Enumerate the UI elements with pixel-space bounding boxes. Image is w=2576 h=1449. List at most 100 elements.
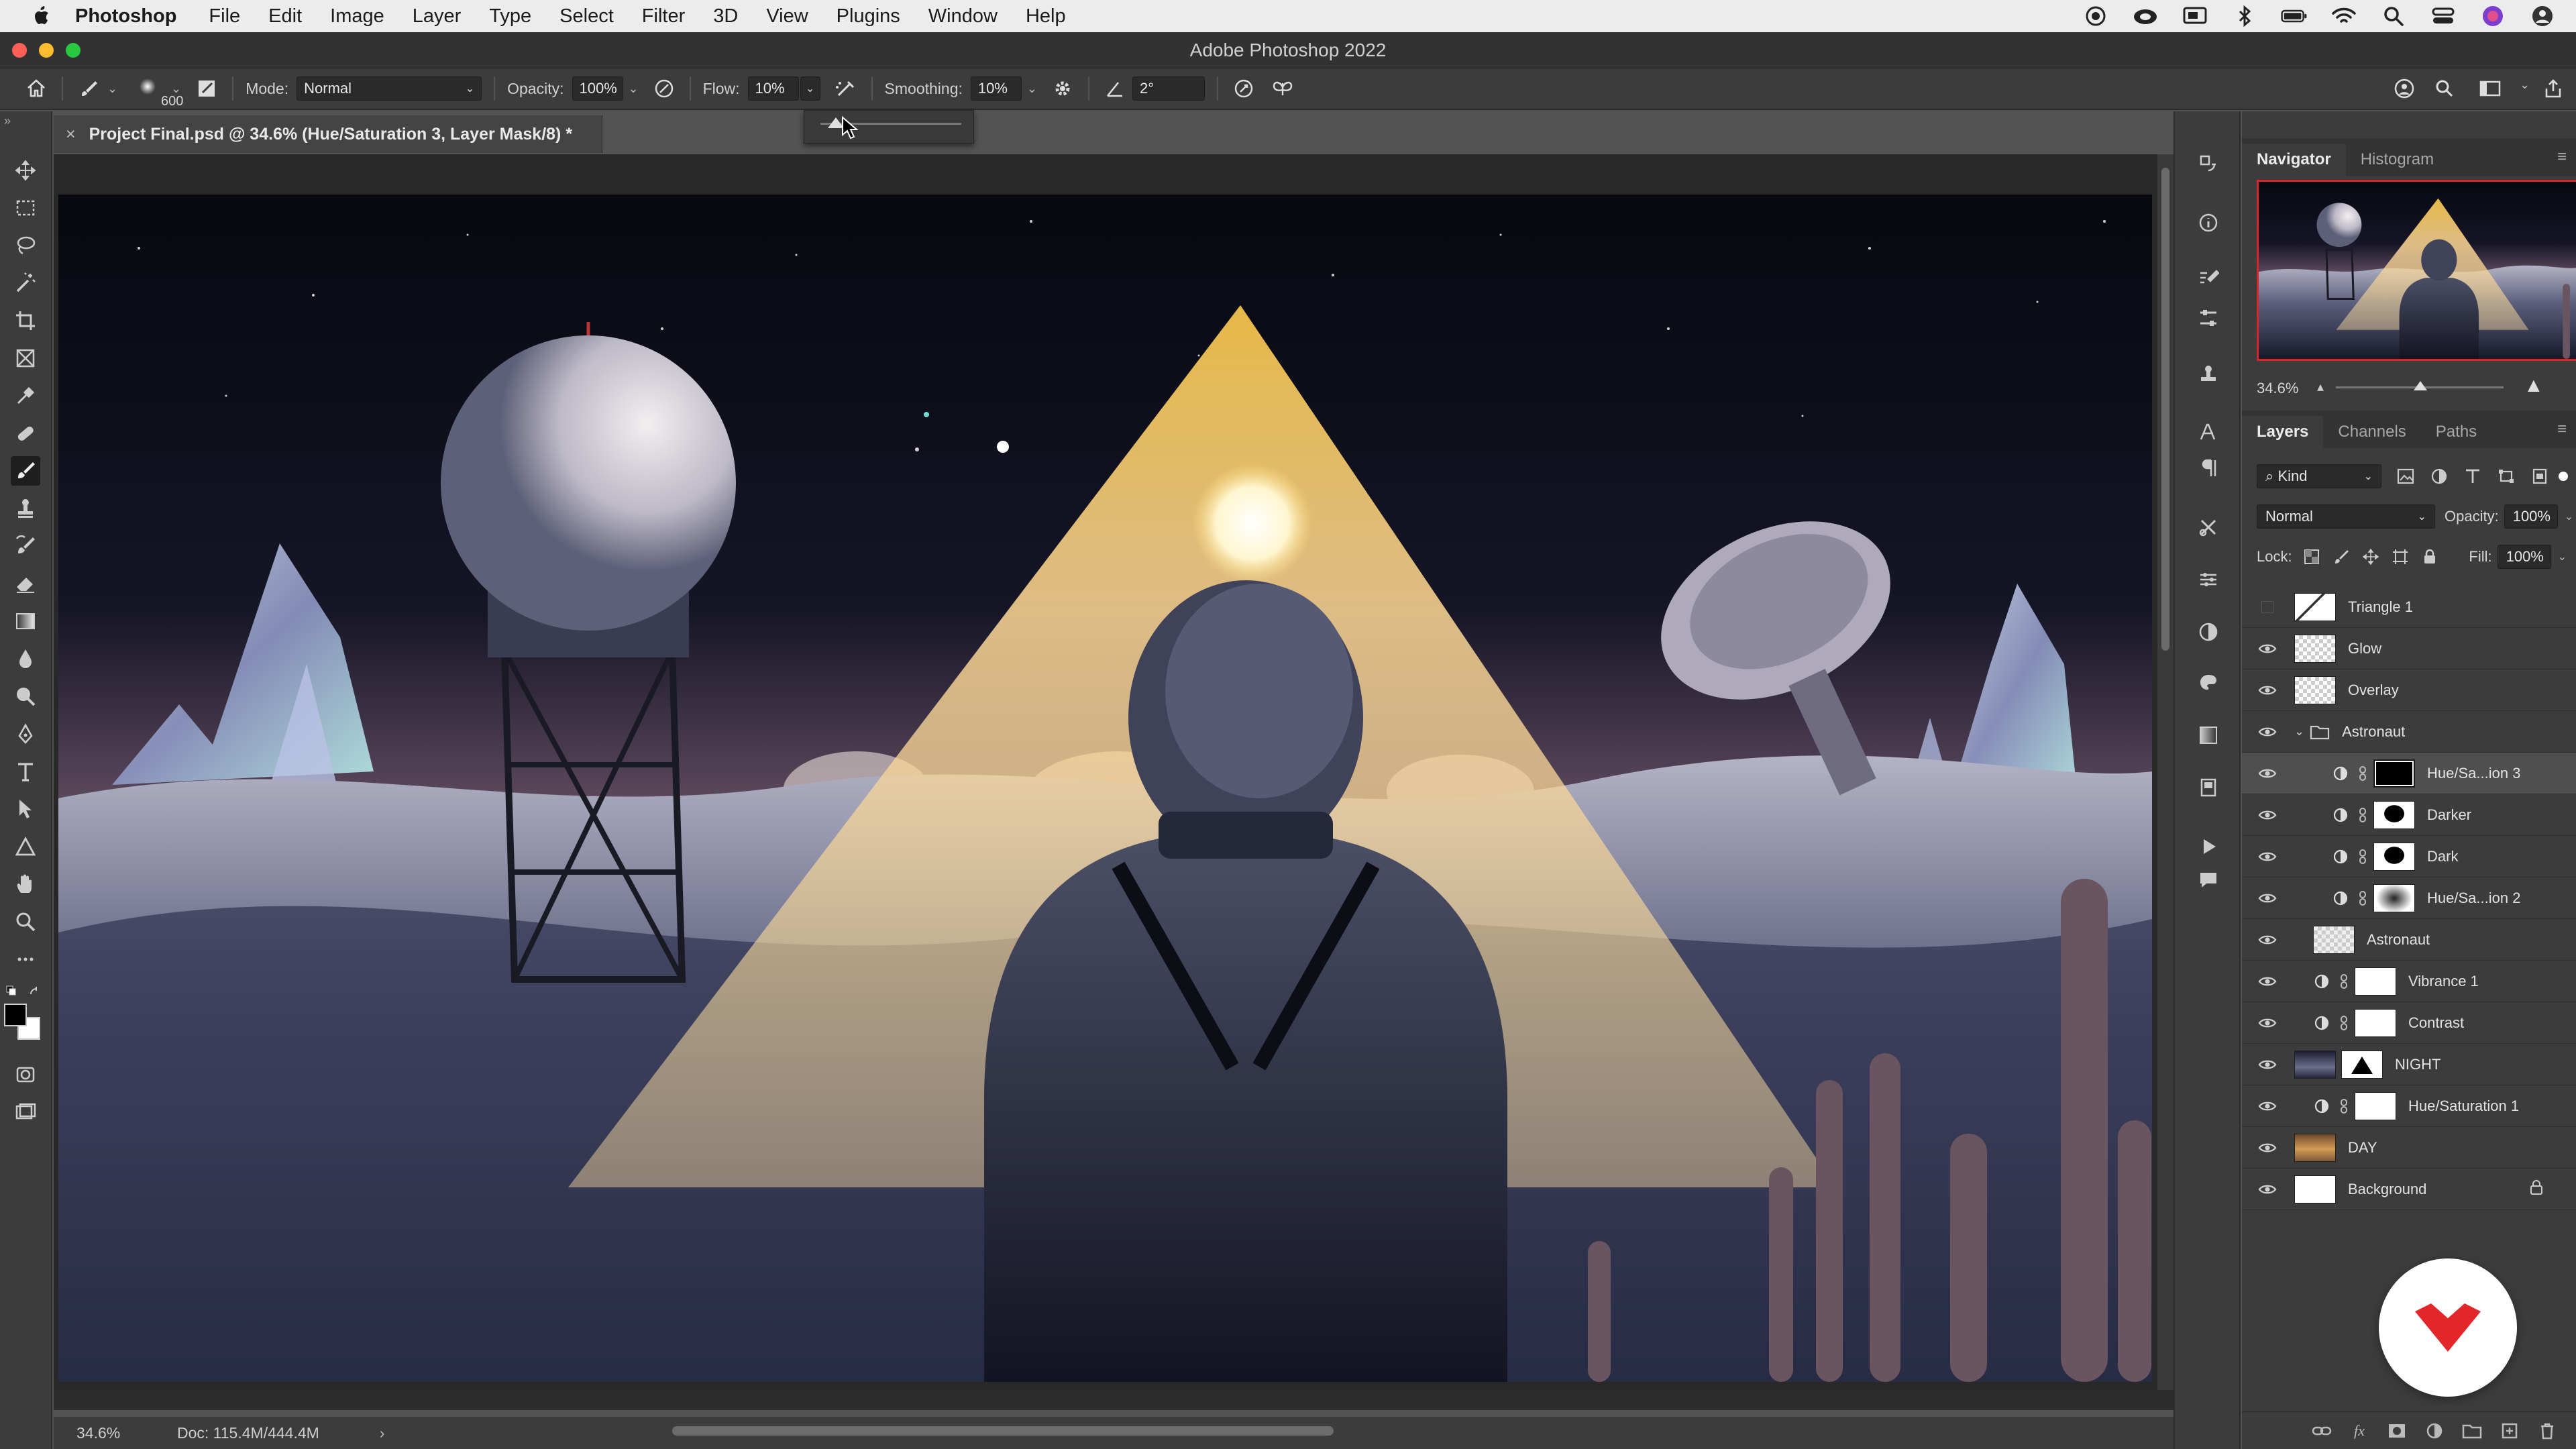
marquee-tool-icon[interactable] (11, 193, 40, 223)
collapse-toolbar-icon[interactable]: » (4, 114, 11, 128)
quick-mask-icon[interactable] (11, 1060, 40, 1089)
layer-row[interactable]: Contrast (2242, 1002, 2576, 1044)
pen-tool-icon[interactable] (11, 719, 40, 749)
siri-icon[interactable] (2479, 4, 2506, 28)
shape-tool-icon[interactable] (11, 832, 40, 861)
filter-toggle-icon[interactable] (2559, 472, 2568, 481)
layer-thumbnail[interactable] (2294, 1050, 2336, 1079)
menu-photoshop[interactable]: Photoshop (75, 5, 176, 28)
new-adjustment-layer-icon[interactable] (2424, 1421, 2445, 1441)
layer-row[interactable]: Hue/Sa...ion 3 (2242, 753, 2576, 794)
filter-adjustment-icon[interactable] (2430, 468, 2449, 485)
pressure-size-icon[interactable] (1230, 75, 1257, 102)
spotlight-search-icon[interactable] (2380, 4, 2407, 28)
adjustments-panel-icon[interactable] (2194, 617, 2223, 647)
menu-filter[interactable]: Filter (642, 5, 685, 28)
eraser-tool-icon[interactable] (11, 569, 40, 598)
layer-row[interactable]: Dark (2242, 836, 2576, 877)
crop-tool-icon[interactable] (11, 306, 40, 335)
brush-settings-panel-icon[interactable] (193, 75, 220, 102)
share-export-icon[interactable] (2540, 75, 2567, 102)
layer-visibility-eye-icon[interactable] (2257, 890, 2278, 906)
layer-mask-thumbnail[interactable] (2355, 1091, 2396, 1120)
chevron-down-icon[interactable]: ⌄ (107, 82, 117, 96)
screen-mode-icon[interactable] (11, 1097, 40, 1127)
layer-row[interactable]: Background (2242, 1169, 2576, 1210)
group-expand-chevron-icon[interactable]: ⌄ (2294, 724, 2304, 739)
layer-visibility-eye-icon[interactable] (2257, 1057, 2278, 1073)
menu-window[interactable]: Window (928, 5, 998, 28)
airbrush-icon[interactable] (833, 75, 859, 102)
layer-visibility-eye-icon[interactable] (2257, 682, 2278, 698)
link-layers-icon[interactable] (2312, 1421, 2332, 1441)
layer-opacity-input[interactable]: 100% (2504, 504, 2558, 529)
status-menu-chevron-icon[interactable]: › (380, 1424, 385, 1442)
mask-link-chain-icon[interactable] (2337, 973, 2351, 990)
mask-link-chain-icon[interactable] (2356, 765, 2369, 782)
layer-visibility-off-box[interactable] (2257, 599, 2278, 615)
menu-image[interactable]: Image (330, 5, 384, 28)
layer-row[interactable]: NIGHT (2242, 1044, 2576, 1085)
layer-row[interactable]: DAY (2242, 1127, 2576, 1169)
layer-thumbnail[interactable] (2294, 676, 2336, 704)
lasso-tool-icon[interactable] (11, 231, 40, 260)
chevron-down-icon[interactable]: ⌄ (1027, 82, 1037, 96)
navigator-zoom-thumb[interactable] (2414, 381, 2427, 390)
clone-source-icon[interactable] (2194, 360, 2223, 389)
layer-row[interactable]: Vibrance 1 (2242, 961, 2576, 1002)
workspace-switcher-icon[interactable] (2477, 75, 2504, 102)
minimize-window-button[interactable] (39, 43, 54, 58)
dodge-tool-icon[interactable] (11, 682, 40, 711)
control-center-icon[interactable] (2430, 4, 2457, 28)
cloud-sync-icon[interactable] (2132, 4, 2159, 28)
lock-transparent-pixels-icon[interactable] (2303, 548, 2320, 566)
menu-view[interactable]: View (766, 5, 808, 28)
patterns-panel-icon[interactable] (2194, 773, 2223, 802)
layer-visibility-eye-icon[interactable] (2257, 932, 2278, 948)
properties-panel-icon[interactable] (2194, 565, 2223, 594)
bluetooth-icon[interactable] (2231, 4, 2258, 28)
mask-link-chain-icon[interactable] (2337, 1097, 2351, 1115)
layer-row[interactable]: Darker (2242, 794, 2576, 836)
move-tool-icon[interactable] (11, 156, 40, 185)
layer-mask-thumbnail[interactable] (2341, 1050, 2383, 1079)
zoom-out-icon[interactable]: ▴ (2317, 378, 2324, 395)
search-icon[interactable] (2431, 75, 2458, 102)
layer-mask-thumbnail[interactable] (2355, 967, 2396, 996)
zoom-tool-icon[interactable] (11, 907, 40, 936)
filter-type-icon[interactable] (2463, 468, 2482, 485)
lock-all-icon[interactable] (2421, 548, 2438, 566)
apple-logo-icon[interactable] (28, 3, 55, 30)
layer-mask-thumbnail[interactable] (2373, 842, 2415, 871)
navigator-preview[interactable] (2257, 180, 2576, 361)
layer-visibility-eye-icon[interactable] (2257, 765, 2278, 782)
navigator-zoom-slider[interactable] (2336, 381, 2504, 390)
mask-link-chain-icon[interactable] (2356, 890, 2369, 907)
blur-tool-icon[interactable] (11, 644, 40, 674)
new-layer-icon[interactable] (2500, 1421, 2520, 1441)
chevron-down-icon[interactable]: ⌄ (629, 82, 639, 96)
new-group-folder-icon[interactable] (2462, 1421, 2482, 1441)
menu-type[interactable]: Type (489, 5, 531, 28)
vertical-scroll-thumb[interactable] (2161, 168, 2169, 651)
layer-row[interactable]: Overlay (2242, 669, 2576, 711)
layer-visibility-eye-icon[interactable] (2257, 641, 2278, 657)
navigator-zoom-value[interactable]: 34.6% (2257, 380, 2298, 397)
layer-visibility-eye-icon[interactable] (2257, 1140, 2278, 1156)
lock-position-icon[interactable] (2362, 548, 2379, 566)
layer-visibility-eye-icon[interactable] (2257, 1015, 2278, 1031)
menu-file[interactable]: File (209, 5, 240, 28)
panel-menu-icon[interactable]: ≡ (2557, 148, 2567, 166)
canvas-area[interactable] (54, 154, 2157, 1390)
layer-mask-thumbnail[interactable] (2373, 759, 2415, 788)
brush-preset-icon[interactable] (75, 75, 102, 102)
swap-default-colors-icon[interactable] (3, 982, 50, 998)
gradients-panel-icon[interactable] (2194, 720, 2223, 750)
magic-wand-tool-icon[interactable] (11, 268, 40, 298)
color-panel-icon[interactable] (2194, 668, 2223, 698)
menu-help[interactable]: Help (1026, 5, 1066, 28)
chevron-down-icon[interactable]: ⌄ (2520, 78, 2530, 92)
symmetry-butterfly-icon[interactable] (1269, 75, 1296, 102)
mask-link-chain-icon[interactable] (2356, 848, 2369, 865)
gradient-tool-icon[interactable] (11, 606, 40, 636)
